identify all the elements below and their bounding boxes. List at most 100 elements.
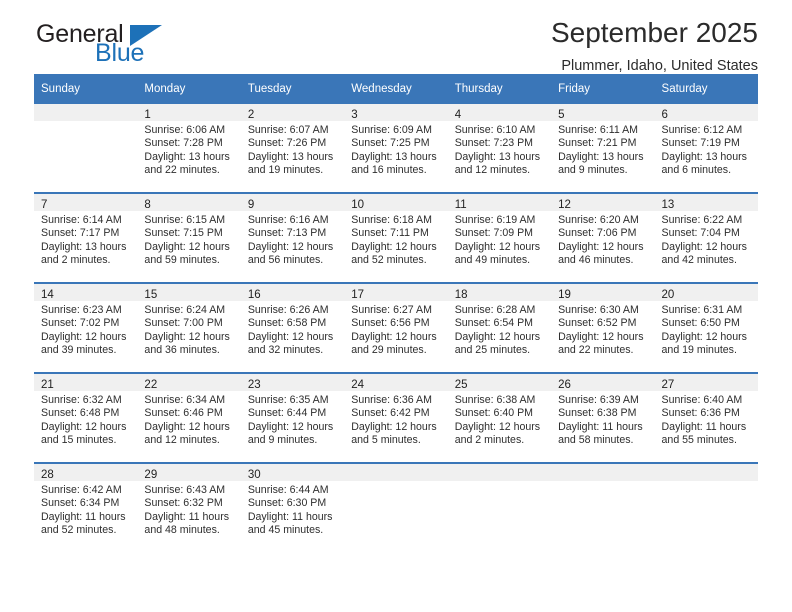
day-number-band (654, 464, 758, 481)
title-block: September 2025 Plummer, Idaho, United St… (551, 16, 758, 76)
calendar-day-cell[interactable]: 21 Sunrise: 6:32 AM Sunset: 6:48 PM Dayligh… (34, 372, 138, 463)
day-number: 26 (558, 379, 571, 391)
sunset-text: Sunset: 7:15 PM (144, 227, 223, 240)
day-cell-inner: 10 Sunrise: 6:18 AM Sunset: 7:11 PM Dayligh… (344, 194, 448, 282)
weekday-header-monday: Monday (137, 74, 241, 104)
daylight-text-line1: Daylight: 13 hours (247, 150, 334, 163)
daylight-text-line2: and 55 minutes. (661, 434, 737, 447)
sunset-text: Sunset: 6:56 PM (351, 317, 430, 330)
sunset-text: Sunset: 7:00 PM (144, 317, 223, 330)
day-number-band: 20 (654, 284, 758, 301)
daylight-text-line1: Daylight: 11 hours (41, 510, 126, 523)
daylight-text-line2: and 56 minutes. (247, 254, 324, 267)
daylight-text-line1: Daylight: 11 hours (247, 510, 333, 523)
day-number: 14 (41, 289, 54, 301)
calendar-day-cell[interactable]: 2 Sunrise: 6:07 AM Sunset: 7:26 PM Daylight… (240, 104, 345, 193)
calendar-day-cell[interactable]: 10 Sunrise: 6:18 AM Sunset: 7:11 PM Dayligh… (344, 192, 448, 283)
calendar-day-cell[interactable]: 9 Sunrise: 6:16 AM Sunset: 7:13 PM Daylight… (240, 192, 345, 283)
daylight-text-line1: Daylight: 13 hours (558, 150, 644, 163)
day-cell-inner: 4 Sunrise: 6:10 AM Sunset: 7:23 PM Daylight… (447, 104, 552, 192)
day-number-band (344, 464, 448, 481)
calendar-day-cell[interactable]: 3 Sunrise: 6:09 AM Sunset: 7:25 PM Daylight… (344, 104, 448, 193)
sunset-text: Sunset: 7:06 PM (558, 227, 637, 240)
calendar-day-cell[interactable]: 11 Sunrise: 6:19 AM Sunset: 7:09 PM Dayligh… (447, 192, 552, 283)
calendar-day-cell[interactable]: 6 Sunrise: 6:12 AM Sunset: 7:19 PM Daylight… (654, 104, 758, 193)
day-number-band (551, 464, 655, 481)
day-number-band (34, 104, 138, 121)
day-number-band: 30 (240, 464, 345, 481)
day-cell-inner: 23 Sunrise: 6:35 AM Sunset: 6:44 PM Dayligh… (240, 374, 345, 462)
calendar-day-cell[interactable]: 5 Sunrise: 6:11 AM Sunset: 7:21 PM Daylight… (551, 104, 655, 193)
sunrise-text: Sunrise: 6:26 AM (247, 304, 329, 316)
day-number: 16 (247, 289, 261, 301)
calendar-week-row: 1 Sunrise: 6:06 AM Sunset: 7:28 PM Daylight… (34, 104, 758, 193)
general-blue-logo[interactable]: General Blue (36, 20, 256, 72)
calendar-day-cell[interactable]: 15 Sunrise: 6:24 AM Sunset: 7:00 PM Dayligh… (137, 282, 241, 373)
day-detail: Sunrise: 6:36 AM Sunset: 6:42 PM Daylight:… (344, 391, 447, 448)
calendar-day-cell[interactable]: 23 Sunrise: 6:35 AM Sunset: 6:44 PM Dayligh… (240, 372, 345, 463)
day-number-band: 29 (137, 464, 241, 481)
day-cell-inner: 11 Sunrise: 6:19 AM Sunset: 7:09 PM Dayligh… (447, 194, 552, 282)
sunset-text: Sunset: 6:30 PM (247, 497, 327, 510)
calendar-day-cell[interactable]: 19 Sunrise: 6:30 AM Sunset: 6:52 PM Dayligh… (551, 282, 655, 373)
day-cell-inner: 28 Sunrise: 6:42 AM Sunset: 6:34 PM Dayligh… (34, 464, 138, 552)
day-number-band: 10 (344, 194, 448, 211)
calendar-day-cell[interactable]: 14 Sunrise: 6:23 AM Sunset: 7:02 PM Dayligh… (34, 282, 138, 373)
sunrise-text: Sunrise: 6:38 AM (454, 394, 536, 406)
day-number: 30 (247, 469, 261, 481)
daylight-text-line2: and 12 minutes. (454, 164, 531, 177)
calendar-day-cell[interactable]: 29 Sunrise: 6:43 AM Sunset: 6:32 PM Dayligh… (137, 462, 241, 552)
day-number-band: 28 (34, 464, 138, 481)
day-cell-inner: 25 Sunrise: 6:38 AM Sunset: 6:40 PM Dayligh… (447, 374, 552, 462)
calendar-day-cell[interactable]: 13 Sunrise: 6:22 AM Sunset: 7:04 PM Dayligh… (654, 192, 758, 283)
calendar-day-cell[interactable]: 8 Sunrise: 6:15 AM Sunset: 7:15 PM Daylight… (137, 192, 241, 283)
sunset-text: Sunset: 7:09 PM (454, 227, 534, 240)
calendar-day-cell[interactable]: 12 Sunrise: 6:20 AM Sunset: 7:06 PM Dayligh… (551, 192, 655, 283)
day-cell-inner: 9 Sunrise: 6:16 AM Sunset: 7:13 PM Daylight… (240, 194, 345, 282)
sunset-text: Sunset: 6:42 PM (351, 407, 430, 420)
sunset-text: Sunset: 7:11 PM (351, 227, 429, 240)
calendar-day-cell[interactable]: 24 Sunrise: 6:36 AM Sunset: 6:42 PM Dayligh… (344, 372, 448, 463)
calendar-day-cell[interactable]: 30 Sunrise: 6:44 AM Sunset: 6:30 PM Dayligh… (240, 462, 345, 552)
sunrise-text: Sunrise: 6:11 AM (558, 124, 638, 136)
day-number: 29 (144, 469, 158, 481)
sunset-text: Sunset: 7:21 PM (558, 137, 637, 150)
daylight-text-line1: Daylight: 13 hours (454, 150, 541, 163)
daylight-text-line2: and 2 minutes. (454, 434, 525, 447)
sunrise-text: Sunrise: 6:34 AM (144, 394, 226, 406)
daylight-text-line2: and 22 minutes. (558, 344, 634, 357)
day-number: 23 (247, 379, 261, 391)
calendar-day-cell[interactable]: 7 Sunrise: 6:14 AM Sunset: 7:17 PM Daylight… (34, 192, 138, 283)
sunrise-text: Sunrise: 6:30 AM (558, 304, 639, 316)
day-number: 13 (661, 199, 675, 211)
calendar-day-cell[interactable]: 16 Sunrise: 6:26 AM Sunset: 6:58 PM Dayligh… (240, 282, 345, 373)
calendar-day-cell[interactable]: 17 Sunrise: 6:27 AM Sunset: 6:56 PM Dayligh… (344, 282, 448, 373)
sunrise-text: Sunrise: 6:10 AM (454, 124, 536, 136)
daylight-text-line2: and 52 minutes. (41, 524, 117, 537)
calendar-day-cell[interactable]: 18 Sunrise: 6:28 AM Sunset: 6:54 PM Dayligh… (447, 282, 552, 373)
day-number-band: 4 (447, 104, 552, 121)
calendar-day-cell[interactable]: 20 Sunrise: 6:31 AM Sunset: 6:50 PM Dayligh… (654, 282, 758, 373)
calendar-day-cell[interactable]: 22 Sunrise: 6:34 AM Sunset: 6:46 PM Dayligh… (137, 372, 241, 463)
calendar-day-cell[interactable]: 26 Sunrise: 6:39 AM Sunset: 6:38 PM Dayligh… (551, 372, 655, 463)
day-cell-inner: 15 Sunrise: 6:24 AM Sunset: 7:00 PM Dayligh… (137, 284, 241, 372)
calendar-page: General Blue September 2025 Plummer, Ida… (0, 0, 792, 612)
day-detail: Sunrise: 6:42 AM Sunset: 6:34 PM Daylight:… (34, 481, 137, 538)
day-cell-inner (344, 464, 448, 552)
weekday-header-tuesday: Tuesday (240, 74, 345, 104)
day-cell-inner: 19 Sunrise: 6:30 AM Sunset: 6:52 PM Dayligh… (551, 284, 655, 372)
sunset-text: Sunset: 7:02 PM (41, 317, 120, 330)
sunrise-text: Sunrise: 6:09 AM (351, 124, 432, 136)
sunset-text: Sunset: 6:52 PM (558, 317, 637, 330)
daylight-text-line1: Daylight: 12 hours (454, 330, 541, 343)
calendar-day-cell[interactable]: 1 Sunrise: 6:06 AM Sunset: 7:28 PM Daylight… (137, 104, 241, 193)
calendar-day-cell[interactable]: 27 Sunrise: 6:40 AM Sunset: 6:36 PM Dayligh… (654, 372, 758, 463)
day-number: 15 (144, 289, 158, 301)
calendar-day-cell[interactable]: 25 Sunrise: 6:38 AM Sunset: 6:40 PM Dayligh… (447, 372, 552, 463)
day-detail: Sunrise: 6:19 AM Sunset: 7:09 PM Daylight:… (448, 211, 551, 268)
day-cell-inner: 17 Sunrise: 6:27 AM Sunset: 6:56 PM Dayligh… (344, 284, 448, 372)
calendar-day-cell[interactable]: 4 Sunrise: 6:10 AM Sunset: 7:23 PM Daylight… (447, 104, 552, 193)
calendar-day-cell[interactable]: 28 Sunrise: 6:42 AM Sunset: 6:34 PM Dayligh… (34, 462, 138, 552)
day-number-band: 6 (654, 104, 758, 121)
daylight-text-line2: and 19 minutes. (661, 344, 737, 357)
